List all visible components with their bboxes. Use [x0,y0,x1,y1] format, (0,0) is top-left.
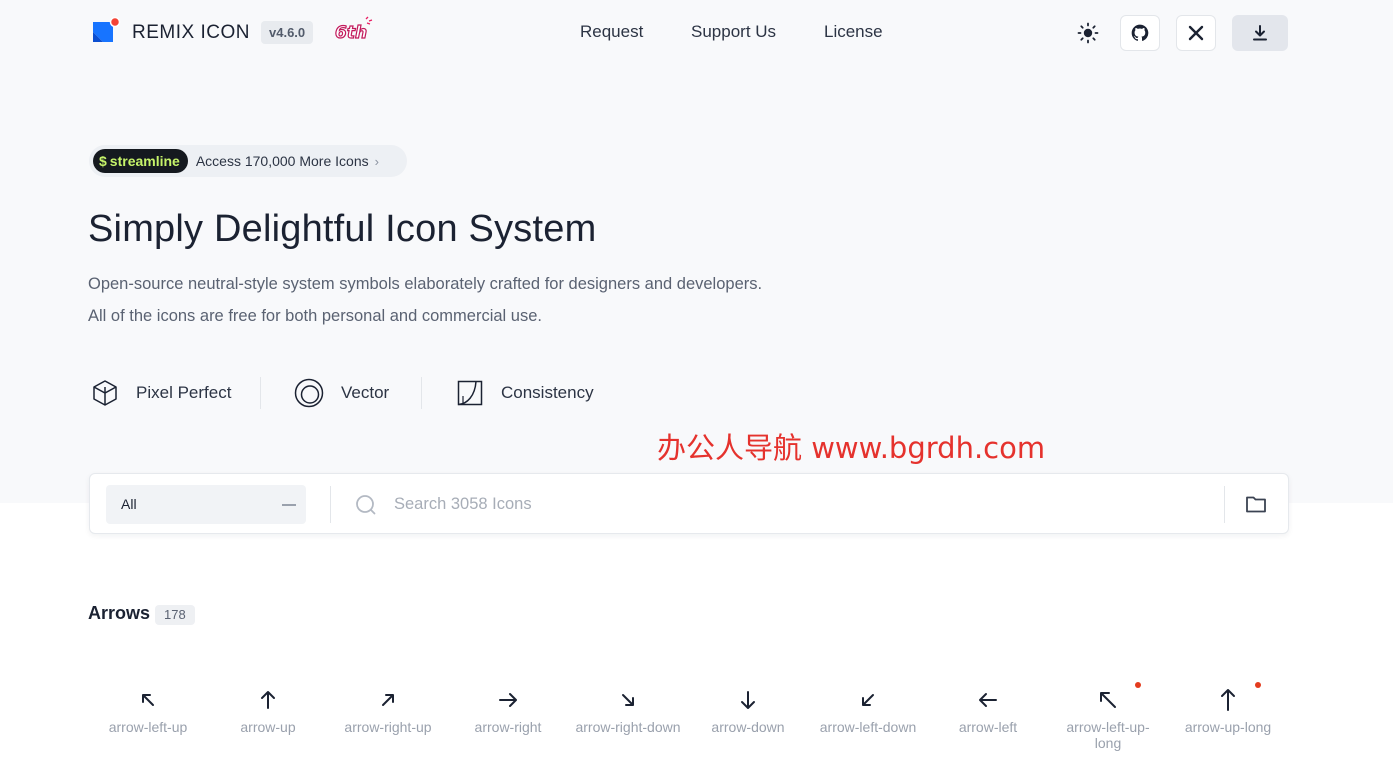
sun-icon [1077,22,1099,44]
nav-request[interactable]: Request [580,22,643,42]
icon-card-arrow-right-down[interactable]: arrow-right-down [568,688,688,735]
icon-card-arrow-left-down[interactable]: arrow-left-down [808,688,928,735]
download-icon [1253,25,1267,41]
icon-name-label: arrow-up [240,719,296,735]
feature-label: Consistency [501,383,594,402]
icon-name-label: arrow-right-up [344,719,432,735]
feature-pixel-perfect: Pixel Perfect [90,376,231,410]
consistency-icon [457,380,483,406]
arrow-left-down-icon [862,694,874,706]
search-divider [330,486,331,523]
minus-icon [282,504,296,506]
arrow-right-icon [499,693,517,707]
icon-card-arrow-left-up[interactable]: arrow-left-up [88,688,208,735]
icon-card-arrow-up[interactable]: arrow-up [208,688,328,735]
dollar-bolt-icon: $ [99,153,107,169]
feature-label: Pixel Perfect [136,383,232,402]
nav-support-us[interactable]: Support Us [691,22,776,42]
x-twitter-button[interactable] [1176,15,1216,51]
category-select-value: All [121,496,137,512]
arrow-up-long-icon [1221,689,1235,711]
promo-text: Access 170,000 More Icons [195,153,369,169]
chevron-right-icon: › [374,153,379,169]
hero-description-line2: All of the icons are free for both perso… [88,307,542,325]
feature-vector: Vector [293,376,389,410]
streamline-promo-link[interactable]: $ streamline Access 170,000 More Icons › [89,145,407,177]
icon-name-label: arrow-down [711,719,785,735]
icon-name-label: arrow-right [474,719,542,735]
brand-name[interactable]: REMIX ICON [132,22,250,44]
category-count-badge: 178 [155,605,195,625]
search-input[interactable] [394,488,1194,520]
version-badge: v4.6.0 [261,21,314,44]
search-divider [1224,486,1225,523]
feature-divider [260,377,261,409]
arrow-left-icon [979,693,997,707]
remix-logo-icon[interactable] [91,17,121,47]
feature-label: Vector [341,383,390,402]
new-badge-dot [1255,682,1261,688]
download-button[interactable] [1232,15,1288,51]
category-title: Arrows [88,603,151,623]
nav-license[interactable]: License [824,22,883,42]
icon-name-label: arrow-left [958,719,1018,735]
feature-divider [421,377,422,409]
collection-button[interactable] [1244,492,1268,521]
feature-consistency: Consistency [455,376,594,410]
icon-card-arrow-left[interactable]: arrow-left [928,688,1048,735]
arrow-up-icon [261,691,275,709]
arrow-right-down-icon [622,694,634,706]
category-select[interactable]: All [106,485,306,524]
icon-card-arrow-right-up[interactable]: arrow-right-up [328,688,448,735]
icon-name-label: arrow-left-down [819,719,917,735]
theme-toggle-button[interactable] [1072,17,1104,49]
icon-card-arrow-right[interactable]: arrow-right [448,688,568,735]
anniversary-badge: 6th [334,16,373,44]
page-title: Simply Delightful Icon System [88,208,597,250]
search-bar: All [89,473,1289,534]
arrow-left-up-icon [142,694,154,706]
arrow-left-up-long-icon [1100,692,1116,708]
icon-name-label: arrow-up-long [1184,719,1272,735]
anniversary-text: 6th [335,23,367,43]
github-icon [1131,24,1149,41]
arrow-right-up-icon [382,694,394,706]
github-button[interactable] [1120,15,1160,51]
icon-card-arrow-down[interactable]: arrow-down [688,688,808,735]
vector-circle-icon [294,378,324,408]
icon-name-label: arrow-left-up [108,719,188,735]
cube-icon [93,380,117,406]
icon-name-label: arrow-left-up-long [1066,719,1150,751]
watermark-text: 办公人导航 www.bgrdh.com [657,431,1046,465]
top-header: REMIX ICON v4.6.0 6th Request Support Us… [0,0,1393,66]
x-icon [1188,25,1204,41]
hero-description-line1: Open-source neutral-style system symbols… [88,275,763,293]
icon-card-arrow-up-long[interactable]: arrow-up-long [1168,682,1288,735]
icon-name-label: arrow-right-down [575,719,681,735]
new-badge-dot [1135,682,1141,688]
icon-card-arrow-left-up-long[interactable]: arrow-left-up-long [1048,682,1168,751]
streamline-badge-text: streamline [109,153,180,169]
arrow-down-icon [741,691,755,709]
search-icon [356,495,376,515]
streamline-badge: $ streamline [93,149,188,173]
folder-icon [1246,496,1266,513]
